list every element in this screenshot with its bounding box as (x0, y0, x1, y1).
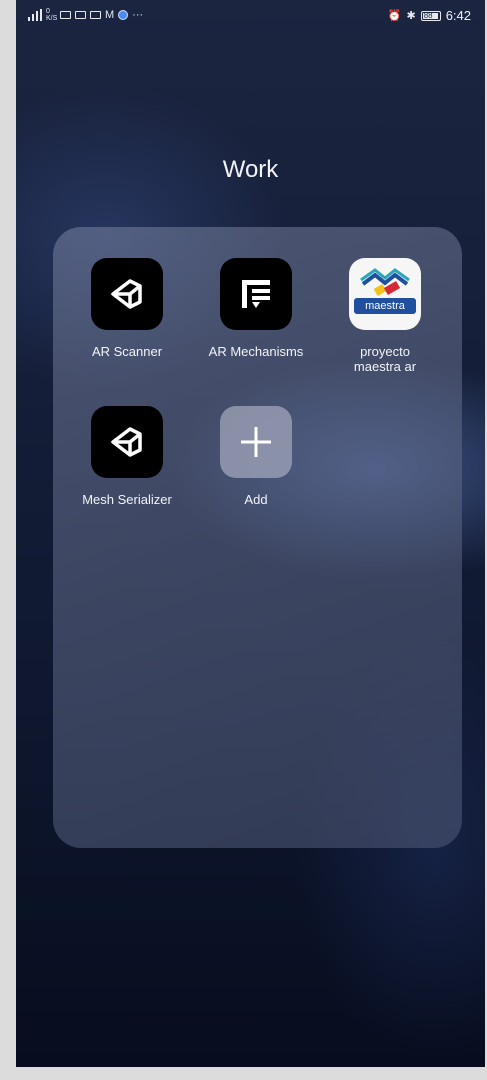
more-icon: ··· (132, 9, 144, 21)
signal-icon (28, 9, 42, 21)
folder-panel: AR Scanner AR Mechanisms maestra proyect… (53, 227, 462, 848)
folder-title[interactable]: Work (16, 156, 485, 184)
app-ar-scanner[interactable]: AR Scanner (67, 258, 187, 359)
mail-icon (90, 11, 101, 19)
app-proyecto-maestra-ar[interactable]: maestra proyecto maestra ar (325, 258, 445, 374)
mechanisms-icon (220, 258, 292, 330)
blue-app-icon (118, 10, 129, 20)
battery-level: 88 (423, 10, 433, 20)
app-label: AR Mechanisms (208, 344, 304, 359)
app-label: Mesh Serializer (82, 492, 172, 507)
app-label: Add (244, 492, 268, 507)
maestra-logo (360, 268, 410, 296)
home-screen: 0 K/S M ··· ⏰ ✱ 88 6:42 Work AR Scanner … (16, 0, 485, 1067)
video-icon (60, 11, 71, 19)
clock: 6:42 (445, 8, 471, 23)
status-bar-left: 0 K/S M ··· (28, 8, 143, 22)
alarm-icon: ⏰ (387, 9, 402, 22)
gmail-icon: M (105, 9, 115, 21)
maestra-icon: maestra (349, 258, 421, 330)
plus-icon (220, 406, 292, 478)
unity-icon (91, 258, 163, 330)
app-label: AR Scanner (91, 344, 163, 359)
battery-icon: 88 (420, 10, 441, 21)
add-app-button[interactable]: Add (196, 406, 316, 507)
status-bar-right: ⏰ ✱ 88 6:42 (388, 8, 471, 23)
bluetooth-icon: ✱ (406, 9, 416, 22)
app-label: proyecto maestra ar (353, 344, 417, 374)
screen-icon (75, 11, 86, 19)
unity-icon (91, 406, 163, 478)
app-ar-mechanisms[interactable]: AR Mechanisms (196, 258, 316, 359)
maestra-wordmark: maestra (354, 298, 416, 314)
app-mesh-serializer[interactable]: Mesh Serializer (67, 406, 187, 507)
status-bar: 0 K/S M ··· ⏰ ✱ 88 6:42 (16, 0, 485, 34)
data-speed-icon: 0 K/S (46, 8, 58, 22)
